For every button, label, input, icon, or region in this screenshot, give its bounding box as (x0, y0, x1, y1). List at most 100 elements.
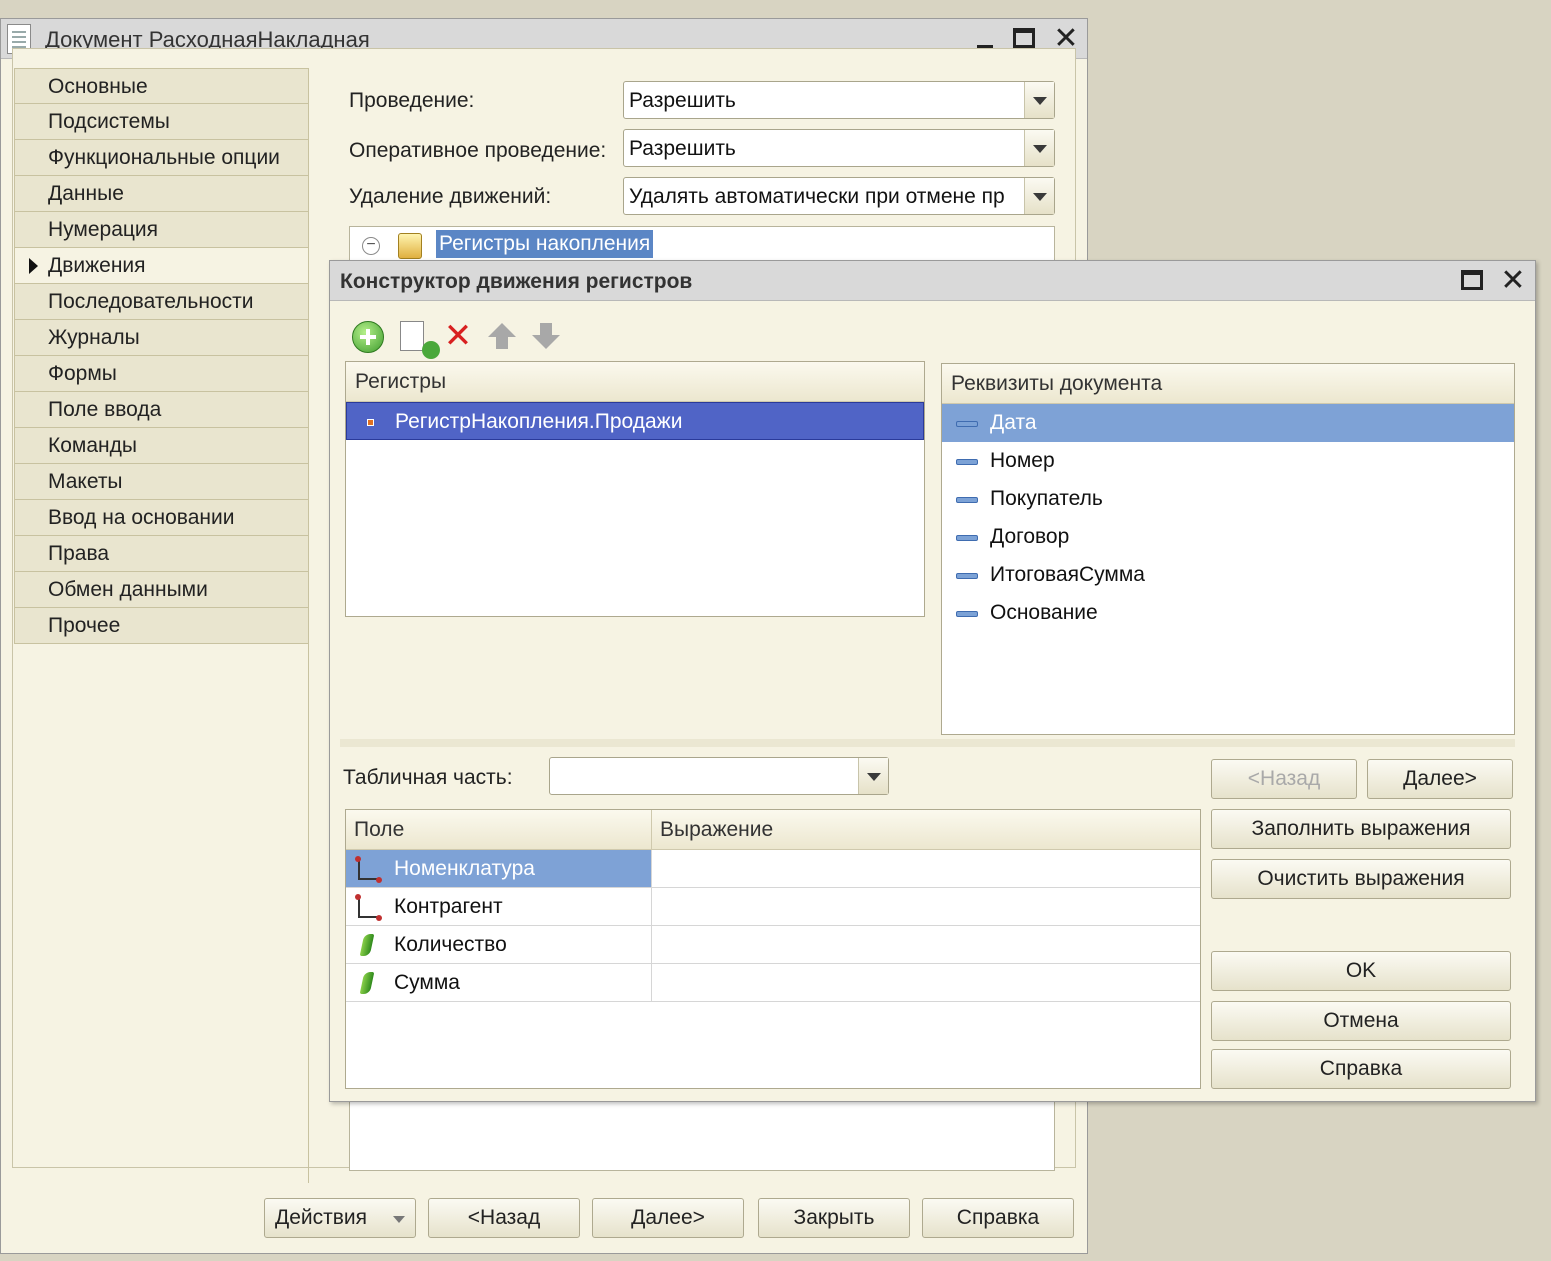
attribute-name: Дата (990, 411, 1037, 434)
attribute-name: ИтоговаяСумма (990, 563, 1145, 586)
sidebar-item-label: Основные (48, 75, 148, 98)
delete-movements-label: Удаление движений: (349, 185, 552, 208)
delete-movements-value: Удалять автоматически при отмене пр (629, 185, 1005, 208)
sidebar-item-label: Команды (48, 434, 137, 457)
field-cell[interactable]: Номенклатура (346, 850, 652, 887)
sidebar-nav: Основные Подсистемы Функциональные опции… (14, 68, 309, 644)
splitter[interactable] (340, 739, 1515, 747)
current-item-arrow-icon (29, 258, 38, 274)
collapse-icon[interactable]: − (362, 237, 380, 255)
sidebar-item-data[interactable]: Данные (14, 176, 309, 212)
column-header-expression[interactable]: Выражение (652, 810, 1200, 850)
table-row[interactable]: Количество (346, 926, 1200, 964)
list-item[interactable]: ИтоговаяСумма (942, 556, 1514, 594)
sidebar-item-label: Обмен данными (48, 578, 208, 601)
sidebar-item-movements[interactable]: Движения (14, 248, 309, 284)
column-header-field[interactable]: Поле (346, 810, 652, 850)
sidebar-item-main[interactable]: Основные (14, 68, 309, 104)
sidebar-item-functional-options[interactable]: Функциональные опции (14, 140, 309, 176)
table-row[interactable]: Контрагент (346, 888, 1200, 926)
resource-icon (359, 972, 375, 994)
back-button[interactable]: <Назад (428, 1198, 580, 1238)
sidebar-divider (308, 68, 309, 1183)
move-down-icon[interactable] (532, 321, 564, 353)
sidebar-item-based-on[interactable]: Ввод на основании (14, 500, 309, 536)
fields-expressions-table: Поле Выражение Номенклатура Контрагент К… (345, 809, 1201, 1089)
close-button[interactable]: Закрыть (758, 1198, 910, 1238)
sidebar-item-forms[interactable]: Формы (14, 356, 309, 392)
posting-select[interactable]: Разрешить (623, 81, 1055, 119)
field-cell[interactable]: Контрагент (346, 888, 652, 925)
list-item[interactable]: РегистрНакопления.Продажи (346, 402, 924, 440)
list-item[interactable]: Номер (942, 442, 1514, 480)
actions-button[interactable]: Действия (264, 1198, 416, 1238)
chevron-down-icon[interactable] (1024, 130, 1054, 166)
sidebar-item-label: Функциональные опции (48, 146, 280, 169)
ok-button[interactable]: OK (1211, 951, 1511, 991)
sidebar-item-label: Движения (48, 254, 146, 277)
sidebar-item-label: Последовательности (48, 290, 254, 313)
help-button[interactable]: Справка (922, 1198, 1074, 1238)
cancel-button[interactable]: Отмена (1211, 1001, 1511, 1041)
close-icon[interactable]: ✕ (1498, 266, 1528, 296)
sidebar-item-label: Данные (48, 182, 124, 205)
register-icon (367, 419, 374, 426)
next-button[interactable]: Далее> (592, 1198, 744, 1238)
document-attributes-list: Реквизиты документа Дата Номер Покупател… (941, 363, 1515, 735)
attribute-name: Номер (990, 449, 1055, 472)
dialog-back-button[interactable]: <Назад (1211, 759, 1357, 799)
dialog-title: Конструктор движения регистров (340, 270, 693, 293)
chevron-down-icon[interactable] (1024, 178, 1054, 214)
delete-icon[interactable]: ✕ (442, 319, 474, 353)
sidebar-item-label: Поле ввода (48, 398, 162, 421)
move-up-icon[interactable] (488, 321, 520, 353)
realtime-posting-label: Оперативное проведение: (349, 139, 607, 162)
chevron-down-icon (393, 1216, 405, 1223)
sidebar-item-rights[interactable]: Права (14, 536, 309, 572)
sidebar-item-label: Журналы (48, 326, 140, 349)
delete-movements-select[interactable]: Удалять автоматически при отмене пр (623, 177, 1055, 215)
dialog-help-button[interactable]: Справка (1211, 1049, 1511, 1089)
dimension-icon (355, 856, 382, 883)
dialog-next-button[interactable]: Далее> (1367, 759, 1513, 799)
chevron-down-icon[interactable] (858, 758, 888, 794)
tabular-part-label: Табличная часть: (343, 766, 513, 789)
sidebar-item-templates[interactable]: Макеты (14, 464, 309, 500)
field-cell[interactable]: Сумма (346, 964, 652, 1001)
tree-node-accumulation-registers[interactable]: Регистры накопления (436, 230, 654, 258)
sidebar-item-numbering[interactable]: Нумерация (14, 212, 309, 248)
attribute-icon (956, 421, 978, 427)
sidebar-item-commands[interactable]: Команды (14, 428, 309, 464)
copy-icon[interactable] (400, 321, 440, 359)
list-item[interactable]: Покупатель (942, 480, 1514, 518)
add-icon[interactable] (352, 321, 384, 353)
attribute-icon (956, 535, 978, 541)
tabular-part-select[interactable] (549, 757, 889, 795)
sidebar-item-subsystems[interactable]: Подсистемы (14, 104, 309, 140)
table-row[interactable]: Сумма (346, 964, 1200, 1002)
attribute-name: Договор (990, 525, 1070, 548)
attribute-name: Основание (990, 601, 1098, 624)
list-item[interactable]: Дата (942, 404, 1514, 442)
field-cell[interactable]: Количество (346, 926, 652, 963)
sidebar-item-data-exchange[interactable]: Обмен данными (14, 572, 309, 608)
accumulation-register-icon (398, 233, 422, 259)
attribute-icon (956, 459, 978, 465)
chevron-down-icon[interactable] (1024, 82, 1054, 118)
sidebar-item-sequences[interactable]: Последовательности (14, 284, 309, 320)
realtime-posting-select[interactable]: Разрешить (623, 129, 1055, 167)
sidebar-item-label: Макеты (48, 470, 123, 493)
fill-expressions-button[interactable]: Заполнить выражения (1211, 809, 1511, 849)
register-name: РегистрНакопления.Продажи (395, 410, 683, 433)
dialog-title-bar[interactable]: Конструктор движения регистров ✕ (330, 261, 1535, 301)
list-item[interactable]: Договор (942, 518, 1514, 556)
sidebar-item-other[interactable]: Прочее (14, 608, 309, 644)
list-item[interactable]: Основание (942, 594, 1514, 632)
sidebar-item-journals[interactable]: Журналы (14, 320, 309, 356)
sidebar-item-label: Подсистемы (48, 110, 170, 133)
maximize-icon[interactable] (1457, 267, 1487, 295)
sidebar-item-input-field[interactable]: Поле ввода (14, 392, 309, 428)
attribute-icon (956, 611, 978, 617)
clear-expressions-button[interactable]: Очистить выражения (1211, 859, 1511, 899)
table-row[interactable]: Номенклатура (346, 850, 1200, 888)
